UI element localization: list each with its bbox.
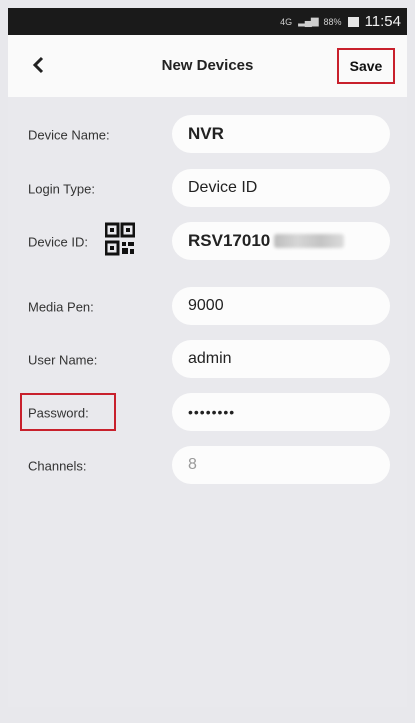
channels-row: Channels: 8: [8, 446, 407, 486]
device-name-input[interactable]: NVR: [172, 115, 390, 153]
login-type-row: Login Type: Device ID: [8, 169, 407, 209]
save-button[interactable]: Save: [337, 48, 395, 84]
app-header: New Devices Save: [8, 35, 407, 97]
battery-percent: 88%: [323, 16, 342, 27]
device-name-row: Device Name: NVR: [8, 115, 407, 155]
media-port-input[interactable]: 9000: [172, 287, 390, 325]
device-form: Device Name: NVR Login Type: Device ID D…: [8, 97, 407, 707]
password-input[interactable]: ••••••••: [172, 393, 390, 431]
device-id-value: RSV17010: [188, 231, 271, 250]
device-id-row: Device ID: RSV17010: [8, 222, 407, 262]
login-type-select[interactable]: Device ID: [172, 169, 390, 207]
status-bar: 4G ▂▄▆ 88% 11:54: [8, 8, 407, 35]
network-indicator: 4G: [280, 16, 293, 27]
device-id-label: Device ID:: [28, 234, 88, 250]
user-name-row: User Name: admin: [8, 340, 407, 380]
signal-icon: ▂▄▆: [298, 16, 318, 27]
battery-icon: [347, 16, 359, 27]
user-name-input[interactable]: admin: [172, 340, 390, 378]
password-row: Password: ••••••••: [8, 393, 407, 433]
channels-label: Channels:: [28, 458, 87, 474]
device-name-label: Device Name:: [28, 127, 110, 143]
media-port-label: Media Pen:: [28, 299, 94, 315]
password-label: Password:: [28, 405, 89, 421]
device-id-input[interactable]: RSV17010: [172, 222, 390, 260]
channels-input[interactable]: 8: [172, 446, 390, 484]
redacted-blur: [274, 234, 345, 248]
qr-code-icon[interactable]: [104, 222, 136, 260]
media-port-row: Media Pen: 9000: [8, 287, 407, 327]
status-time: 11:54: [364, 13, 401, 30]
login-type-label: Login Type:: [28, 181, 95, 197]
user-name-label: User Name:: [28, 352, 98, 368]
